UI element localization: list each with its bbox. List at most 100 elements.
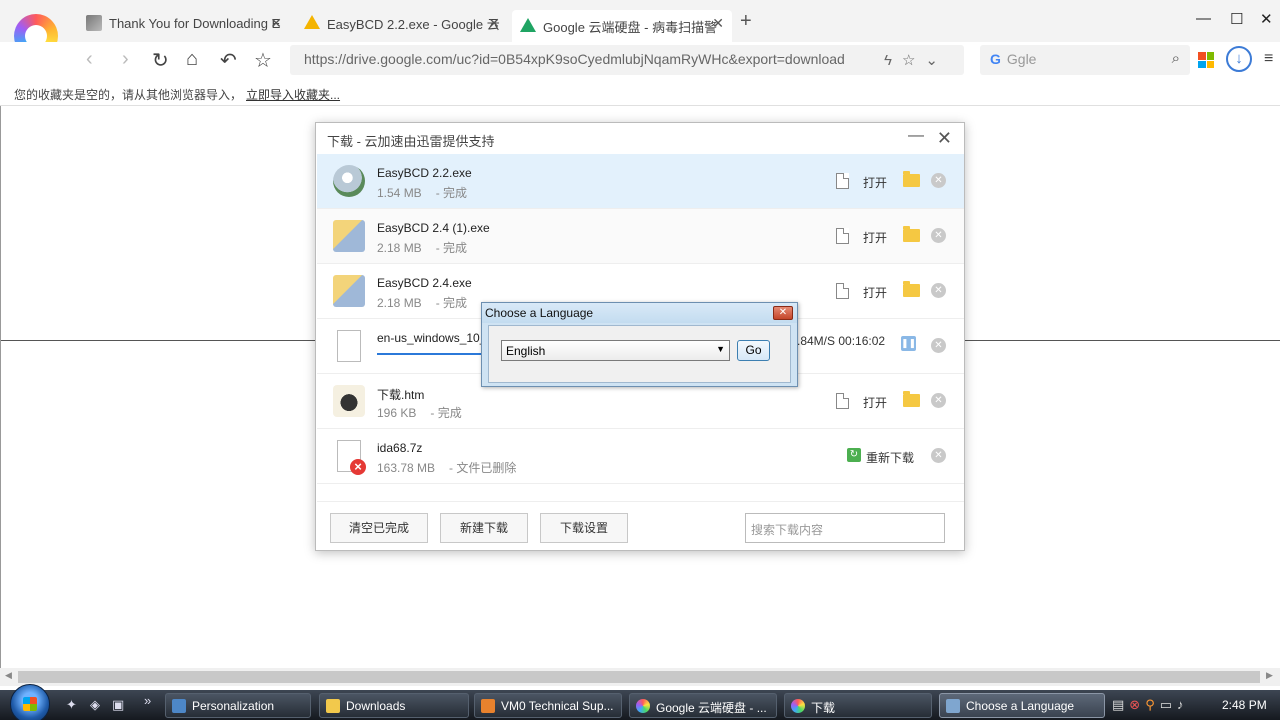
file-icon[interactable] <box>836 283 849 299</box>
close-window-icon[interactable]: ✕ <box>1260 10 1273 28</box>
minimize-icon[interactable]: — <box>908 127 924 145</box>
bookmark-star-icon[interactable]: ☆ <box>254 48 272 73</box>
new-download-button[interactable]: 新建下载 <box>440 513 528 543</box>
volume-icon[interactable]: ♪ <box>1177 697 1189 712</box>
open-button[interactable]: 打开 <box>863 284 887 301</box>
home-icon[interactable]: ⌂ <box>186 48 198 71</box>
minimize-icon[interactable]: — <box>1196 10 1211 27</box>
forward-icon[interactable]: › <box>122 48 129 71</box>
folder-icon[interactable] <box>903 226 920 242</box>
file-icon[interactable] <box>836 393 849 409</box>
close-icon[interactable]: ✕ <box>773 306 793 320</box>
download-item[interactable]: EasyBCD 2.2.exe 1.54 MB - 完成 打开 ✕ <box>317 154 964 209</box>
taskbar-item-personalization[interactable]: Personalization <box>165 693 311 718</box>
search-icon[interactable]: ⌕ <box>1172 50 1180 67</box>
download-settings-button[interactable]: 下载设置 <box>540 513 628 543</box>
taskbar-item-choose-language[interactable]: Choose a Language <box>939 693 1105 718</box>
folder-icon <box>326 699 340 713</box>
remove-icon[interactable]: ✕ <box>931 173 946 188</box>
remove-icon[interactable]: ✕ <box>931 228 946 243</box>
tab-close-icon[interactable]: ✕ <box>270 15 282 32</box>
close-icon[interactable]: ✕ <box>937 128 952 149</box>
pause-icon[interactable]: ❚❚ <box>901 336 916 351</box>
chevron-down-icon[interactable]: ⌄ <box>925 52 948 69</box>
app-icon <box>481 699 495 713</box>
reload-icon[interactable]: ↻ <box>152 48 169 73</box>
tab-google-drive[interactable]: Google 云端硬盘 - 病毒扫描警 ✕ <box>512 10 732 42</box>
file-status: - 完成 <box>430 406 462 420</box>
tab-easybcd[interactable]: EasyBCD 2.2.exe - Google 云端 ✕ <box>296 10 508 36</box>
horizontal-scrollbar[interactable]: ◀ ▶ <box>0 668 1280 686</box>
tab-close-icon[interactable]: ✕ <box>488 15 500 32</box>
taskbar-label: Personalization <box>192 699 275 713</box>
search-box[interactable]: G Ggle ⌕ <box>980 45 1190 75</box>
deleted-file-icon <box>337 440 366 475</box>
import-bookmarks-link[interactable]: 立即导入收藏夹... <box>246 88 340 102</box>
start-button[interactable] <box>10 684 50 720</box>
open-button[interactable]: 打开 <box>863 229 887 246</box>
quick-launch-icon[interactable]: ✦ <box>66 697 77 713</box>
download-item[interactable]: EasyBCD 2.4 (1).exe 2.18 MB - 完成 打开 ✕ <box>317 209 964 264</box>
tab-label: Google 云端硬盘 - 病毒扫描警 <box>543 19 718 35</box>
new-tab-button[interactable]: + <box>740 10 752 33</box>
back-icon[interactable]: ‹ <box>86 48 93 71</box>
window-icon <box>172 699 186 713</box>
file-icon[interactable] <box>836 228 849 244</box>
folder-icon[interactable] <box>903 281 920 297</box>
taskbar-item-download[interactable]: 下载 <box>784 693 932 718</box>
apps-icon[interactable] <box>1198 52 1214 68</box>
menu-icon[interactable]: ≡ <box>1264 50 1273 68</box>
tab-close-icon[interactable]: ✕ <box>712 15 724 32</box>
folder-icon[interactable] <box>903 391 920 407</box>
taskbar-item-google-drive[interactable]: Google 云端硬盘 - ... <box>629 693 777 718</box>
lightning-icon[interactable]: ϟ <box>884 52 902 69</box>
quick-launch-icon[interactable]: ▣ <box>112 697 124 713</box>
taskbar-item-vm0[interactable]: VM0 Technical Sup... <box>474 693 622 718</box>
dialog-title: Choose a Language <box>482 303 797 323</box>
download-item-deleted[interactable]: ida68.7z 163.78 MB - 文件已删除 ↻ 重新下载 ✕ <box>317 429 964 484</box>
folder-icon[interactable] <box>903 171 920 187</box>
file-name: EasyBCD 2.2.exe <box>377 166 472 180</box>
url-field[interactable]: https://drive.google.com/uc?id=0B54xpK9s… <box>290 45 964 75</box>
remove-icon[interactable]: ✕ <box>931 338 946 353</box>
download-icon[interactable]: ↓ <box>1226 46 1252 72</box>
tray-icon[interactable]: ⊗ <box>1129 697 1145 712</box>
scroll-left-icon[interactable]: ◀ <box>5 670 12 681</box>
file-name: EasyBCD 2.4 (1).exe <box>377 221 490 235</box>
language-select[interactable]: English ▼ <box>501 340 730 361</box>
undo-icon[interactable]: ↶ <box>220 48 237 73</box>
clock[interactable]: 2:48 PM <box>1222 698 1267 712</box>
chevron-right-icon[interactable]: » <box>144 693 151 708</box>
chevron-down-icon[interactable]: ▼ <box>716 344 725 354</box>
go-button[interactable]: Go <box>737 340 770 361</box>
remove-icon[interactable]: ✕ <box>931 448 946 463</box>
search-placeholder: Ggle <box>1006 51 1037 67</box>
file-meta: 2.18 MB - 完成 <box>377 239 467 256</box>
remove-icon[interactable]: ✕ <box>931 393 946 408</box>
open-button[interactable]: 打开 <box>863 174 887 191</box>
redownload-icon[interactable]: ↻ <box>847 448 861 462</box>
network-icon[interactable]: ▭ <box>1160 697 1177 712</box>
open-button[interactable]: 打开 <box>863 394 887 411</box>
star-icon[interactable]: ☆ <box>902 52 925 69</box>
file-icon[interactable] <box>836 173 849 189</box>
maximize-icon[interactable]: ☐ <box>1230 10 1243 28</box>
quick-launch-icon[interactable]: ◈ <box>90 697 100 713</box>
tray-icon[interactable]: ▤ <box>1112 697 1129 712</box>
file-size: 2.18 MB <box>377 296 422 310</box>
file-meta: 1.54 MB - 完成 <box>377 184 467 201</box>
tab-thank-you[interactable]: Thank You for Downloading E ✕ <box>78 10 290 36</box>
search-downloads-input[interactable]: 搜索下载内容 <box>745 513 945 543</box>
scroll-right-icon[interactable]: ▶ <box>1266 670 1273 681</box>
scrollbar-thumb[interactable] <box>18 671 1260 683</box>
dialog-title-bar: 下载 - 云加速由迅雷提供支持 — ✕ <box>316 123 964 155</box>
redownload-button[interactable]: 重新下载 <box>866 449 914 466</box>
remove-icon[interactable]: ✕ <box>931 283 946 298</box>
file-size: 163.78 MB <box>377 461 436 475</box>
tab-label: EasyBCD 2.2.exe - Google 云端 <box>327 16 500 32</box>
taskbar-item-downloads[interactable]: Downloads <box>319 693 469 718</box>
clear-completed-button[interactable]: 清空已完成 <box>330 513 428 543</box>
taskbar-label: 下载 <box>811 701 836 715</box>
browser-icon <box>636 699 650 713</box>
tray-icon[interactable]: ⚲ <box>1145 697 1160 712</box>
